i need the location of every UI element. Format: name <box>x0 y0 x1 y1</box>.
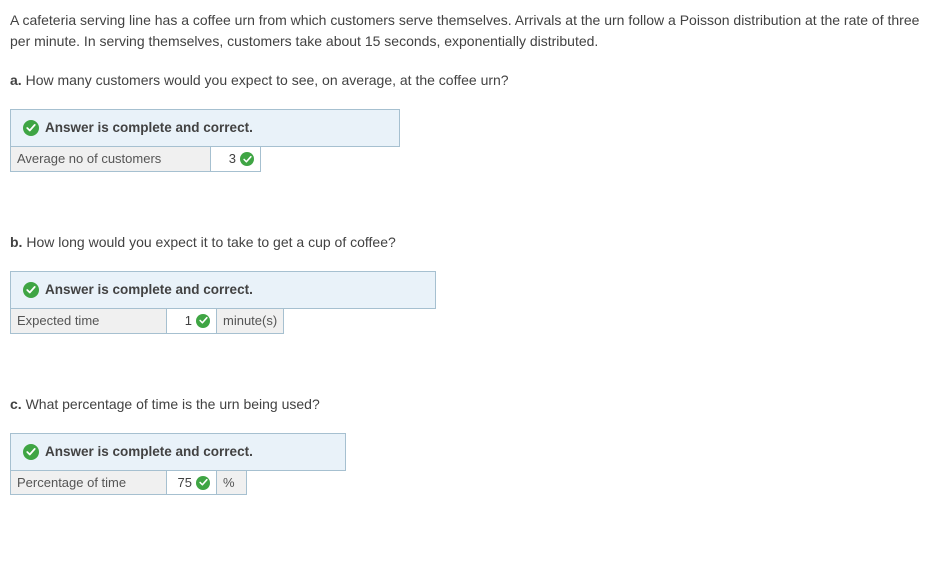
part-marker-a: a. <box>10 72 22 88</box>
status-text-b: Answer is complete and correct. <box>45 280 253 300</box>
row-label-c: Percentage of time <box>11 470 167 495</box>
unit-cell-c: % <box>217 470 247 495</box>
answer-table-c: Percentage of time 75 % <box>10 470 247 496</box>
unit-cell-b: minute(s) <box>217 309 284 334</box>
answer-value-b: 1 <box>185 311 192 331</box>
prompt-text-c: What percentage of time is the urn being… <box>26 396 320 412</box>
check-circle-icon <box>196 314 210 328</box>
status-banner-a: Answer is complete and correct. <box>10 109 400 147</box>
problem-intro: A cafeteria serving line has a coffee ur… <box>10 10 939 52</box>
prompt-b: b. How long would you expect it to take … <box>10 232 939 253</box>
row-label-b: Expected time <box>11 309 167 334</box>
answer-area-c: Answer is complete and correct. Percenta… <box>10 433 939 496</box>
answer-value-a: 3 <box>229 149 236 169</box>
status-text-c: Answer is complete and correct. <box>45 442 253 462</box>
status-text-a: Answer is complete and correct. <box>45 118 253 138</box>
answer-value-c: 75 <box>178 473 192 493</box>
answer-table-b: Expected time 1 minute(s) <box>10 308 284 334</box>
status-banner-c: Answer is complete and correct. <box>10 433 346 471</box>
answer-area-a: Answer is complete and correct. Average … <box>10 109 939 172</box>
value-cell-b: 1 <box>167 309 217 334</box>
table-row: Expected time 1 minute(s) <box>11 309 284 334</box>
check-circle-icon <box>240 152 254 166</box>
check-circle-icon <box>23 282 39 298</box>
check-circle-icon <box>196 476 210 490</box>
part-marker-c: c. <box>10 396 22 412</box>
question-a: a. How many customers would you expect t… <box>10 70 939 172</box>
check-circle-icon <box>23 120 39 136</box>
value-cell-c: 75 <box>167 470 217 495</box>
row-label-a: Average no of customers <box>11 147 211 172</box>
prompt-c: c. What percentage of time is the urn be… <box>10 394 939 415</box>
prompt-text-b: How long would you expect it to take to … <box>26 234 395 250</box>
check-circle-icon <box>23 444 39 460</box>
question-b: b. How long would you expect it to take … <box>10 232 939 334</box>
prompt-text-a: How many customers would you expect to s… <box>26 72 509 88</box>
question-c: c. What percentage of time is the urn be… <box>10 394 939 496</box>
answer-table-a: Average no of customers 3 <box>10 146 261 172</box>
value-cell-a: 3 <box>211 147 261 172</box>
table-row: Percentage of time 75 % <box>11 470 247 495</box>
table-row: Average no of customers 3 <box>11 147 261 172</box>
answer-area-b: Answer is complete and correct. Expected… <box>10 271 939 334</box>
part-marker-b: b. <box>10 234 22 250</box>
prompt-a: a. How many customers would you expect t… <box>10 70 939 91</box>
status-banner-b: Answer is complete and correct. <box>10 271 436 309</box>
